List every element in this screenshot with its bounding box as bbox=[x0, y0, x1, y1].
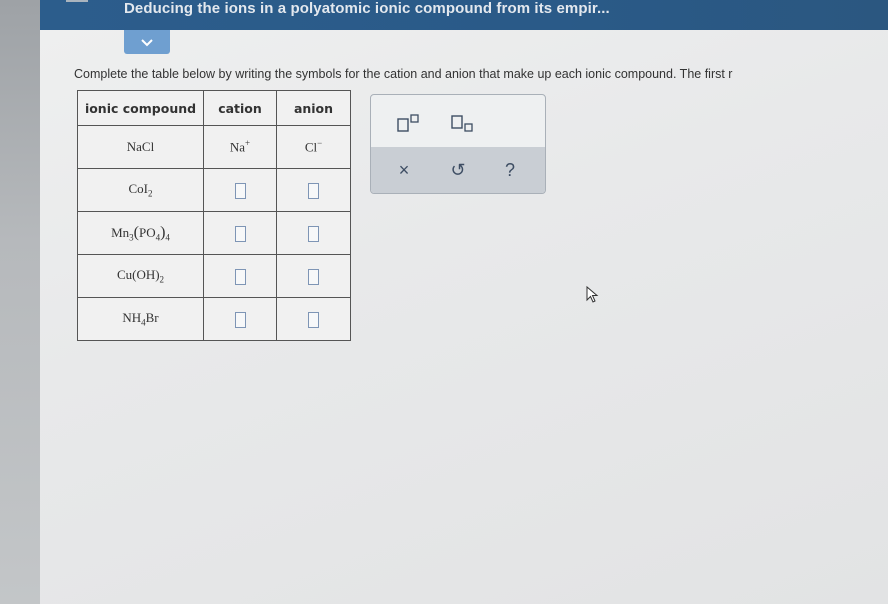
cation-cell bbox=[203, 297, 277, 341]
table-row: Cu(OH)2 bbox=[77, 254, 351, 298]
anion-input[interactable] bbox=[308, 268, 319, 285]
anion-input[interactable] bbox=[308, 311, 319, 328]
anion-charge: − bbox=[317, 138, 323, 149]
cation-input[interactable] bbox=[234, 268, 246, 285]
formula-part: CoI bbox=[128, 181, 149, 197]
header-anion: anion bbox=[276, 90, 351, 126]
chevron-down-icon bbox=[141, 38, 153, 46]
palette-action-row: × ↺ ? bbox=[371, 147, 545, 193]
compound-cell: CoI2 bbox=[77, 168, 204, 212]
cation-input[interactable] bbox=[234, 225, 246, 242]
compound-table: ionic compound cation anion NaCl Na+ Cl−… bbox=[77, 90, 351, 341]
menu-dash[interactable] bbox=[66, 0, 88, 2]
table-row: NaCl Na+ Cl− bbox=[77, 125, 351, 169]
formula-part: Cu bbox=[116, 267, 133, 283]
formula-part: Br bbox=[145, 310, 159, 326]
compound-formula: NaCl bbox=[126, 139, 155, 154]
undo-button[interactable]: ↺ bbox=[445, 157, 471, 183]
subscript-icon bbox=[451, 115, 473, 132]
formula-part: (OH) bbox=[132, 267, 160, 283]
anion-input[interactable] bbox=[308, 225, 319, 242]
compound-cell: NH4Br bbox=[77, 297, 204, 341]
header-ionic-compound: ionic compound bbox=[77, 90, 204, 126]
cation-input[interactable] bbox=[234, 182, 246, 199]
anion-cell bbox=[276, 297, 351, 341]
formula-part: Mn bbox=[111, 224, 130, 240]
superscript-icon bbox=[397, 114, 419, 132]
cation-value: Na bbox=[229, 139, 246, 155]
anion-input[interactable] bbox=[308, 182, 319, 199]
cation-cell bbox=[203, 168, 277, 212]
compound-cell: Mn3(PO4)4 bbox=[77, 211, 204, 255]
table-header-row: ionic compound cation anion bbox=[77, 90, 351, 126]
cation-charge: + bbox=[245, 138, 251, 149]
compound-cell: NaCl bbox=[77, 125, 204, 169]
palette-format-row bbox=[371, 95, 545, 147]
header-bar: Deducing the ions in a polyatomic ionic … bbox=[40, 0, 888, 30]
formula-subscript: 2 bbox=[148, 188, 153, 199]
table-row: Mn3(PO4)4 bbox=[77, 211, 351, 255]
anion-value: Cl bbox=[304, 139, 318, 155]
collapse-button[interactable] bbox=[124, 30, 170, 54]
formula-part: PO bbox=[138, 224, 156, 240]
table-row: NH4Br bbox=[77, 297, 351, 341]
cation-cell bbox=[203, 254, 277, 298]
subscript-button[interactable] bbox=[447, 111, 477, 135]
superscript-button[interactable] bbox=[393, 111, 423, 135]
formula-subscript: 4 bbox=[165, 232, 170, 243]
formula-part: NH bbox=[122, 310, 142, 326]
input-palette: × ↺ ? bbox=[370, 94, 546, 194]
anion-cell bbox=[276, 168, 351, 212]
left-edge bbox=[0, 0, 40, 604]
cation-cell bbox=[203, 211, 277, 255]
cation-cell: Na+ bbox=[203, 125, 277, 169]
compound-cell: Cu(OH)2 bbox=[77, 254, 204, 298]
anion-cell bbox=[276, 254, 351, 298]
page-title: Deducing the ions in a polyatomic ionic … bbox=[124, 0, 610, 17]
mouse-pointer-icon bbox=[586, 285, 599, 303]
main-content: Complete the table below by writing the … bbox=[40, 30, 888, 604]
table-row: CoI2 bbox=[77, 168, 351, 212]
anion-cell bbox=[276, 211, 351, 255]
cation-input[interactable] bbox=[234, 311, 246, 328]
instructions-text: Complete the table below by writing the … bbox=[74, 67, 733, 81]
formula-subscript: 2 bbox=[159, 274, 165, 285]
clear-button[interactable]: × bbox=[391, 157, 417, 183]
anion-cell: Cl− bbox=[276, 125, 351, 169]
header-cation: cation bbox=[203, 90, 277, 126]
help-button[interactable]: ? bbox=[497, 157, 523, 183]
